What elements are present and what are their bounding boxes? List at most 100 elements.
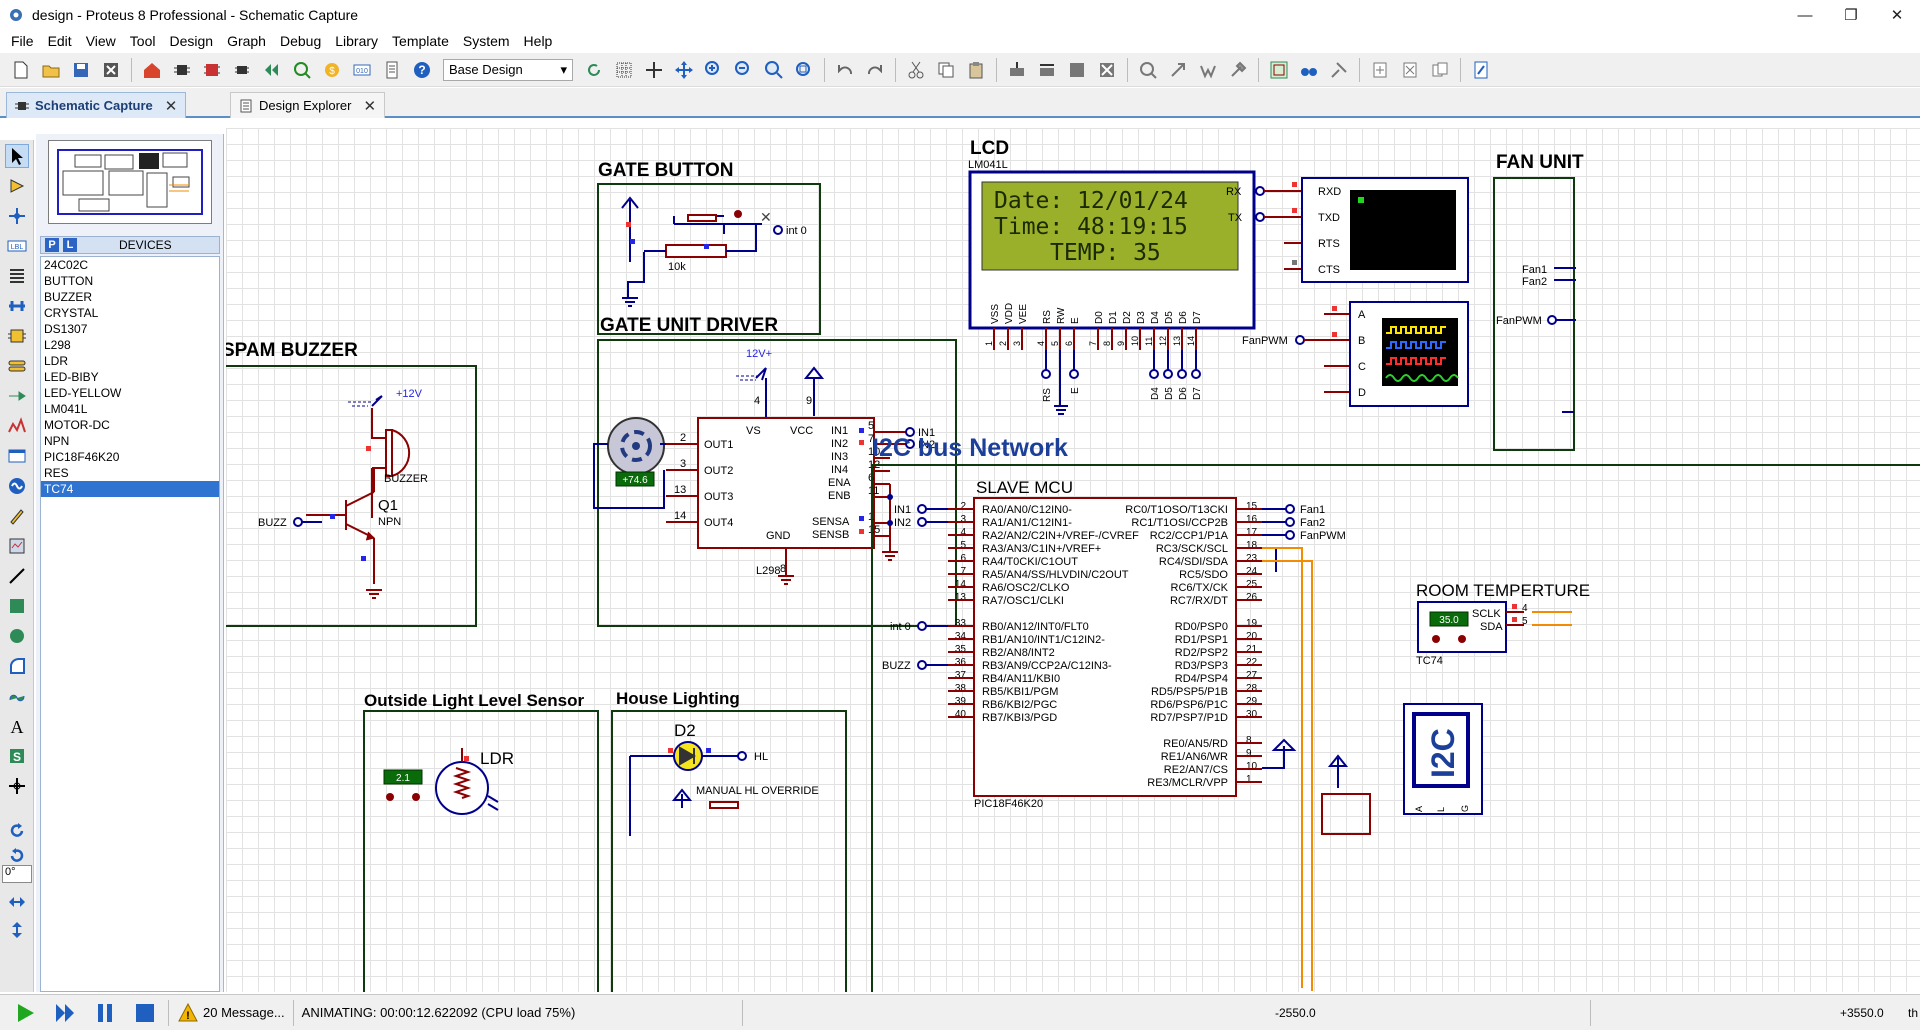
list-item-selected[interactable]: TC74 — [41, 481, 219, 497]
close-icon[interactable]: ✕ — [165, 97, 178, 115]
redo-icon[interactable] — [862, 57, 888, 83]
step-icon[interactable] — [50, 998, 80, 1028]
decompose-icon[interactable] — [1225, 57, 1251, 83]
list-item[interactable]: MOTOR-DC — [41, 417, 219, 433]
notes-icon[interactable] — [379, 57, 405, 83]
list-item[interactable]: PIC18F46K20 — [41, 449, 219, 465]
save-icon[interactable] — [68, 57, 94, 83]
tab-schematic-capture[interactable]: Schematic Capture ✕ — [6, 92, 187, 118]
warning-icon[interactable]: ! — [177, 998, 199, 1028]
junction-dot-icon[interactable] — [5, 204, 29, 228]
tab-design-explorer[interactable]: Design Explorer ✕ — [230, 92, 386, 118]
undo-icon[interactable] — [832, 57, 858, 83]
maximize-button[interactable]: ❐ — [1828, 0, 1874, 30]
menu-template[interactable]: Template — [385, 30, 456, 52]
gerber-icon[interactable] — [259, 57, 285, 83]
box-tool-icon[interactable] — [5, 594, 29, 618]
text-tool-icon[interactable]: A — [5, 714, 29, 738]
npn-transistor[interactable] — [306, 491, 375, 539]
design-explorer-icon[interactable] — [289, 57, 315, 83]
close-icon[interactable]: ✕ — [364, 97, 377, 115]
circle-tool-icon[interactable] — [5, 624, 29, 648]
messages-count[interactable]: 20 Message... — [203, 1005, 285, 1020]
stop-icon[interactable] — [130, 998, 160, 1028]
menu-design[interactable]: Design — [162, 30, 220, 52]
mirror-horizontal-icon[interactable] — [5, 890, 29, 914]
design-variant-select[interactable]: Base Design ▾ — [443, 58, 573, 81]
bom-icon[interactable]: $ — [319, 57, 345, 83]
block-move-icon[interactable] — [1034, 57, 1060, 83]
help-icon[interactable]: ? — [409, 57, 435, 83]
make-device-icon[interactable] — [1165, 57, 1191, 83]
search-tag-icon[interactable] — [1296, 57, 1322, 83]
pick-devices-button[interactable]: P — [45, 238, 59, 252]
zoom-area-icon[interactable] — [791, 57, 817, 83]
component-mode-icon[interactable] — [5, 174, 29, 198]
menu-help[interactable]: Help — [517, 30, 560, 52]
schematic-canvas[interactable]: GATE BUTTON 10k int 0 ✕ GATE UNIT DRIVER — [226, 128, 1920, 992]
remove-sheet-icon[interactable] — [1397, 57, 1423, 83]
design-notes-icon[interactable] — [1468, 57, 1494, 83]
list-item[interactable]: BUTTON — [41, 273, 219, 289]
origin-icon[interactable] — [641, 57, 667, 83]
symbol-tool-icon[interactable]: S — [5, 744, 29, 768]
pan-icon[interactable] — [671, 57, 697, 83]
menu-system[interactable]: System — [456, 30, 517, 52]
menu-graph[interactable]: Graph — [220, 30, 273, 52]
marker-tool-icon[interactable] — [5, 774, 29, 798]
overview-window[interactable] — [48, 140, 212, 224]
list-item[interactable]: LM041L — [41, 401, 219, 417]
tape-recorder-icon[interactable] — [5, 444, 29, 468]
selection-mode-icon[interactable] — [5, 144, 29, 168]
block-copy-icon[interactable] — [1004, 57, 1030, 83]
pause-icon[interactable] — [90, 998, 120, 1028]
buses-icon[interactable] — [5, 294, 29, 318]
wire-label-icon[interactable]: LBL — [5, 234, 29, 258]
close-project-icon[interactable] — [98, 57, 124, 83]
menu-view[interactable]: View — [79, 30, 123, 52]
rotate-clockwise-icon[interactable] — [5, 819, 29, 843]
zoom-in-icon[interactable] — [701, 57, 727, 83]
mirror-vertical-icon[interactable] — [5, 918, 29, 942]
list-item[interactable]: LDR — [41, 353, 219, 369]
subcircuit-icon[interactable] — [5, 324, 29, 348]
arc-tool-icon[interactable] — [5, 654, 29, 678]
new-file-icon[interactable] — [8, 57, 34, 83]
menu-library[interactable]: Library — [328, 30, 385, 52]
terminals-mode-icon[interactable] — [5, 354, 29, 378]
open-folder-icon[interactable] — [38, 57, 64, 83]
list-item[interactable]: BUZZER — [41, 289, 219, 305]
zoom-out-icon[interactable] — [731, 57, 757, 83]
device-pins-icon[interactable] — [5, 384, 29, 408]
virtual-instrument-icon[interactable] — [5, 534, 29, 558]
menu-tool[interactable]: Tool — [123, 30, 163, 52]
zoom-all-icon[interactable] — [761, 57, 787, 83]
graph-mode-icon[interactable] — [5, 414, 29, 438]
home-icon[interactable] — [139, 57, 165, 83]
menu-file[interactable]: File — [4, 30, 41, 52]
pcb-layout-icon[interactable] — [199, 57, 225, 83]
text-script-icon[interactable] — [5, 264, 29, 288]
cut-icon[interactable] — [903, 57, 929, 83]
list-item[interactable]: L298 — [41, 337, 219, 353]
buzzer-icon[interactable] — [391, 429, 411, 477]
refresh-icon[interactable] — [581, 57, 607, 83]
exit-to-parent-icon[interactable] — [1427, 57, 1453, 83]
line-tool-icon[interactable] — [5, 564, 29, 588]
buzz-terminal[interactable] — [293, 517, 303, 527]
voltage-probe-icon[interactable] — [5, 504, 29, 528]
library-manager-button[interactable]: L — [63, 238, 77, 252]
wire-autorouter-icon[interactable] — [1266, 57, 1292, 83]
list-item[interactable]: LED-YELLOW — [41, 385, 219, 401]
minimize-button[interactable]: — — [1782, 0, 1828, 30]
copy-icon[interactable] — [933, 57, 959, 83]
property-assignment-icon[interactable] — [1326, 57, 1352, 83]
push-button[interactable] — [687, 214, 717, 222]
list-item[interactable]: RES — [41, 465, 219, 481]
close-window-button[interactable]: ✕ — [1874, 0, 1920, 30]
list-item[interactable]: CRYSTAL — [41, 305, 219, 321]
source-code-icon[interactable]: 010 — [349, 57, 375, 83]
paste-icon[interactable] — [963, 57, 989, 83]
list-item[interactable]: LED-BIBY — [41, 369, 219, 385]
list-item[interactable]: DS1307 — [41, 321, 219, 337]
